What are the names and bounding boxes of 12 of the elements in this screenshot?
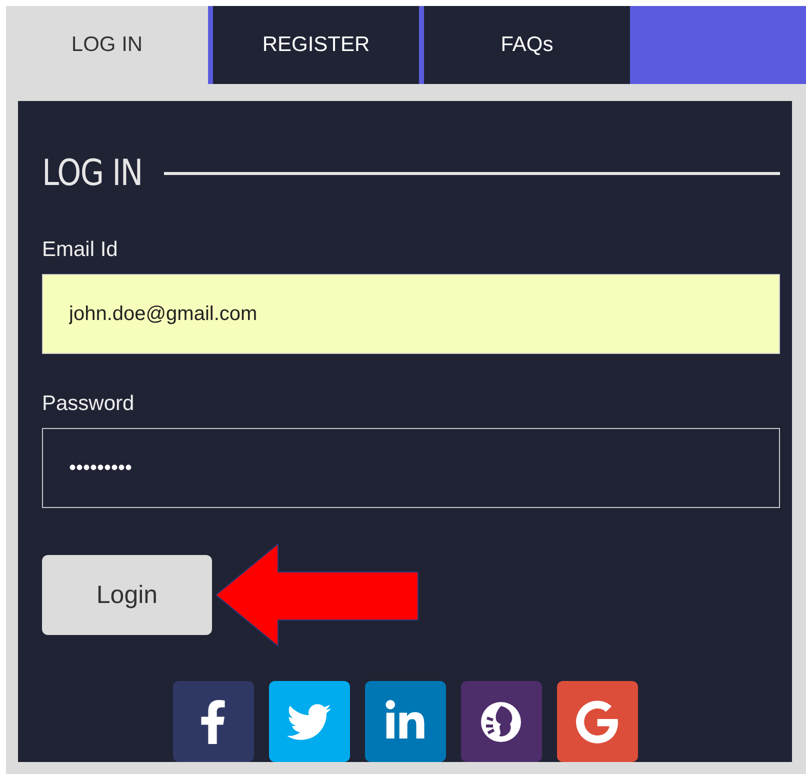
social-login-button[interactable] — [460, 681, 542, 762]
tab[interactable]: FAQs — [424, 6, 630, 84]
password-field[interactable]: ••••••••• — [42, 428, 780, 508]
form-title: LOG IN — [42, 153, 142, 194]
tab[interactable]: REGISTER — [213, 6, 419, 84]
tab[interactable]: LOG IN — [6, 6, 208, 84]
google-icon — [575, 700, 619, 744]
field-label: Password — [42, 392, 136, 416]
field-label: Email Id — [42, 238, 119, 262]
login-button[interactable]: Login — [42, 555, 212, 635]
social-login-button[interactable] — [172, 681, 254, 762]
social-login-button[interactable] — [364, 681, 446, 762]
